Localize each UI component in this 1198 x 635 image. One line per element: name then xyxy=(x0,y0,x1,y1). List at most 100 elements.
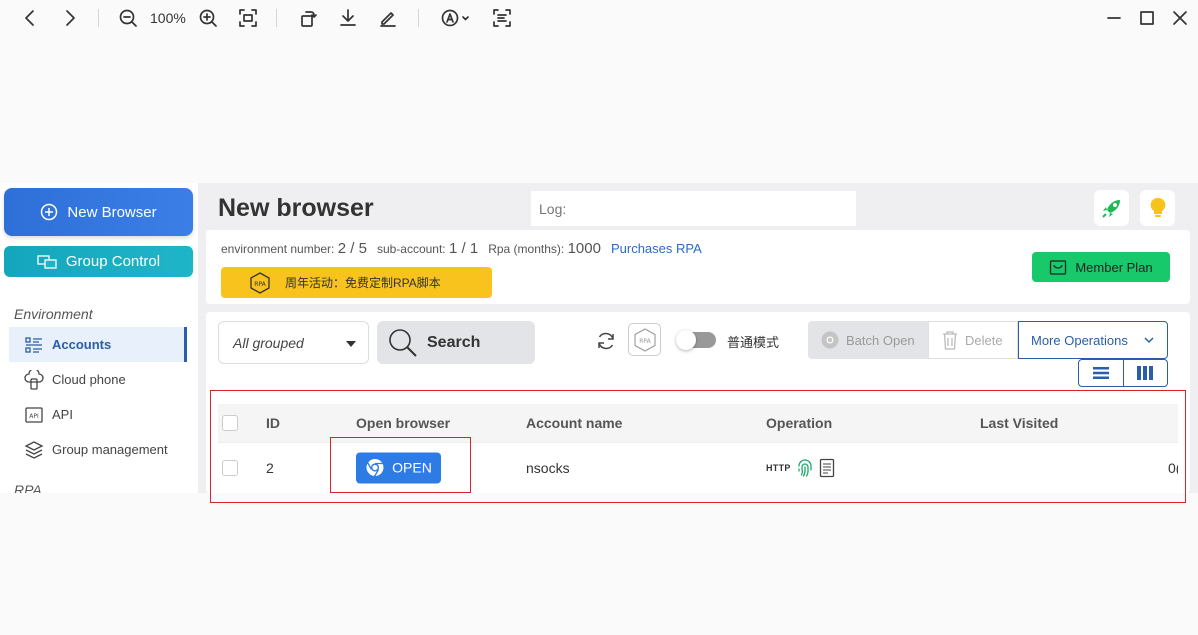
rocket-icon xyxy=(1101,200,1120,218)
sidebar-item-cloud-phone[interactable]: Cloud phone xyxy=(9,362,187,397)
sidebar-item-label: API xyxy=(52,407,73,422)
section-environment: Environment xyxy=(14,306,93,322)
mode-toggle[interactable] xyxy=(676,330,716,350)
api-icon: API xyxy=(25,406,43,423)
chevron-down-icon xyxy=(1144,337,1154,344)
batch-action-group: Batch Open Delete More Operations xyxy=(808,321,1168,359)
rocket-button[interactable] xyxy=(1094,190,1129,226)
open-browser-button[interactable]: OPEN xyxy=(356,452,441,483)
toggle-knob xyxy=(676,330,696,350)
layers-icon xyxy=(24,440,44,459)
toolbar-divider xyxy=(276,9,277,27)
member-plan-label: Member Plan xyxy=(1075,259,1153,275)
column-header-id: ID xyxy=(266,415,280,431)
column-view-icon xyxy=(1137,366,1154,380)
env-label: environment number: xyxy=(221,242,335,256)
new-browser-button[interactable]: New Browser xyxy=(4,188,193,236)
column-header-account-name: Account name xyxy=(526,415,623,431)
member-plan-button[interactable]: Member Plan xyxy=(1032,252,1170,282)
trash-icon xyxy=(943,331,957,350)
column-header-last-visited: Last Visited xyxy=(980,415,1059,431)
row-checkbox[interactable] xyxy=(222,459,238,476)
rpa-label: Rpa (months): xyxy=(488,242,565,256)
maximize-icon[interactable] xyxy=(1135,6,1159,30)
back-icon[interactable] xyxy=(18,6,42,30)
main-content: New browser environment number: 2 / 5 su… xyxy=(198,183,1198,493)
draw-icon[interactable] xyxy=(376,6,400,30)
chrome-icon xyxy=(821,331,839,349)
rotate-icon[interactable] xyxy=(296,6,320,30)
open-button-label: OPEN xyxy=(392,459,432,476)
purchase-rpa-link[interactable]: Purchases RPA xyxy=(611,241,702,256)
table-header: ID Open browser Account name Operation L… xyxy=(218,404,1178,442)
sidebar-item-group-management[interactable]: Group management xyxy=(9,432,187,467)
plus-circle-icon xyxy=(41,203,58,221)
forward-icon[interactable] xyxy=(58,6,82,30)
sidebar-item-accounts[interactable]: Accounts xyxy=(9,327,187,362)
rpa-value: 1000 xyxy=(567,240,601,257)
http-proxy-tag[interactable]: HTTP xyxy=(766,463,791,473)
zoom-level: 100% xyxy=(150,10,186,26)
svg-text:RPA: RPA xyxy=(639,338,651,345)
group-control-button[interactable]: Group Control xyxy=(4,246,193,277)
svg-text:API: API xyxy=(29,413,39,420)
search-label: Search xyxy=(427,333,481,351)
sidebar-item-api[interactable]: API API xyxy=(9,397,187,432)
delete-button[interactable]: Delete xyxy=(928,321,1018,359)
windows-icon xyxy=(37,254,57,269)
shopping-bag-icon xyxy=(1050,260,1067,275)
sub-label: sub-account: xyxy=(376,242,446,256)
env-value: 2 / 5 xyxy=(337,240,367,257)
download-icon[interactable] xyxy=(336,6,360,30)
column-header-operation: Operation xyxy=(766,415,833,431)
rpa-button[interactable]: RPA xyxy=(628,323,661,356)
rpa-badge-icon: RPA xyxy=(250,271,270,294)
fit-screen-icon[interactable] xyxy=(236,6,260,30)
quota-line: environment number: 2 / 5 sub-account: 1… xyxy=(221,240,702,257)
promo-banner[interactable]: RPA 周年活动：免费定制RPA脚本 xyxy=(221,267,492,298)
refresh-icon[interactable] xyxy=(595,330,617,352)
search-button[interactable]: Search xyxy=(377,321,535,364)
batch-open-label: Batch Open xyxy=(846,332,915,348)
view-toggle xyxy=(1078,359,1168,387)
lightbulb-icon xyxy=(1150,197,1165,217)
list-icon xyxy=(25,336,42,353)
viewer-toolbar: 100% xyxy=(0,0,1198,36)
account-name: nsocks xyxy=(526,459,570,476)
fingerprint-icon[interactable] xyxy=(796,458,814,478)
minimize-icon[interactable] xyxy=(1102,6,1126,30)
section-rpa: RPA xyxy=(14,482,42,493)
zoom-in-icon[interactable] xyxy=(196,6,220,30)
zoom-out-icon[interactable] xyxy=(116,6,140,30)
sidebar-item-label: Accounts xyxy=(52,337,112,352)
cloud-phone-icon xyxy=(24,369,44,390)
browser-list-panel: All grouped Search RPA 普通模式 Batch Open D… xyxy=(206,312,1190,493)
table-row: 2 OPEN nsocks HTTP 0( xyxy=(218,442,1178,492)
last-visited: 0( xyxy=(1168,459,1178,476)
column-view-button[interactable] xyxy=(1122,360,1168,386)
batch-open-button[interactable]: Batch Open xyxy=(808,321,928,359)
close-icon[interactable] xyxy=(1168,6,1192,30)
select-all-checkbox[interactable] xyxy=(222,415,238,431)
delete-label: Delete xyxy=(965,332,1003,348)
more-operations-button[interactable]: More Operations xyxy=(1018,321,1168,359)
scan-text-icon[interactable] xyxy=(490,6,514,30)
sidebar-item-label: Group management xyxy=(52,442,168,457)
list-view-icon xyxy=(1092,367,1109,379)
account-info-panel: environment number: 2 / 5 sub-account: 1… xyxy=(206,230,1190,304)
mode-label: 普通模式 xyxy=(727,335,780,350)
list-view-button[interactable] xyxy=(1079,360,1123,386)
svg-text:RPA: RPA xyxy=(254,281,266,288)
group-select-value: All grouped xyxy=(233,334,304,351)
group-select[interactable]: All grouped xyxy=(218,321,369,364)
group-control-label: Group Control xyxy=(65,253,161,270)
log-input[interactable] xyxy=(531,191,856,226)
tips-button[interactable] xyxy=(1140,190,1175,226)
sub-value: 1 / 1 xyxy=(449,240,479,257)
app-window: New Browser Group Control Environment Ac… xyxy=(0,183,1198,493)
text-recognition-icon[interactable] xyxy=(437,6,473,30)
notes-icon[interactable] xyxy=(819,458,835,478)
sidebar: New Browser Group Control Environment Ac… xyxy=(0,183,198,493)
row-id: 2 xyxy=(266,459,274,476)
promo-text: 周年活动：免费定制RPA脚本 xyxy=(285,276,441,290)
